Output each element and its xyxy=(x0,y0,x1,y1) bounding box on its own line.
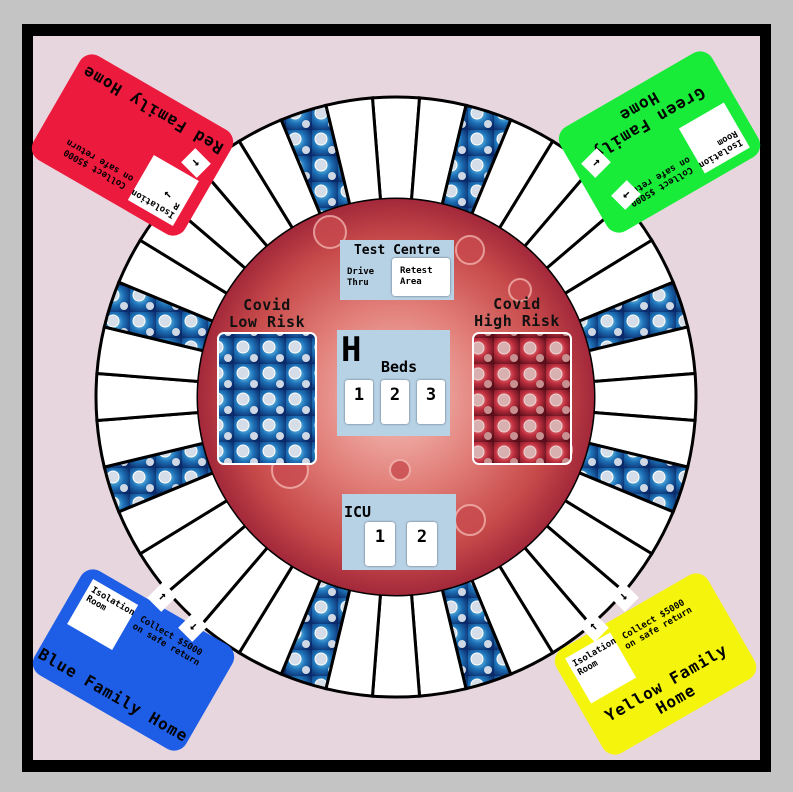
virus-particle xyxy=(389,459,411,481)
bed-number: 2 xyxy=(389,385,401,405)
virus-particle xyxy=(455,235,485,265)
icu-number: 2 xyxy=(416,527,428,547)
hospital-letter: H xyxy=(341,330,362,370)
icu-panel: ICU xyxy=(342,494,456,570)
icu-number: 1 xyxy=(374,527,386,547)
retest-area-label: Retest Area xyxy=(400,266,433,287)
bed-slot-1[interactable]: 1 xyxy=(345,380,373,424)
virus-particle xyxy=(454,504,486,536)
bed-slot-2[interactable]: 2 xyxy=(381,380,409,424)
test-centre-title: Test Centre xyxy=(353,243,441,258)
retest-area-slot[interactable]: Retest Area xyxy=(392,258,450,296)
icu-title: ICU xyxy=(344,503,372,521)
drive-thru-label: Drive Thru xyxy=(347,267,375,288)
high-risk-label: Covid High Risk xyxy=(474,295,560,330)
icu-slot-2[interactable]: 2 xyxy=(407,522,437,566)
test-centre-panel: Test Centre Drive Thru Retest Area xyxy=(340,240,454,300)
beds-title: Beds xyxy=(381,358,418,376)
low-risk-label: Covid Low Risk xyxy=(228,296,306,331)
bed-number: 1 xyxy=(353,385,365,405)
low-risk-zone[interactable] xyxy=(217,332,317,465)
high-risk-zone[interactable] xyxy=(472,332,572,465)
bed-number: 3 xyxy=(425,385,437,405)
icu-slot-1[interactable]: 1 xyxy=(365,522,395,566)
bed-slot-3[interactable]: 3 xyxy=(417,380,445,424)
